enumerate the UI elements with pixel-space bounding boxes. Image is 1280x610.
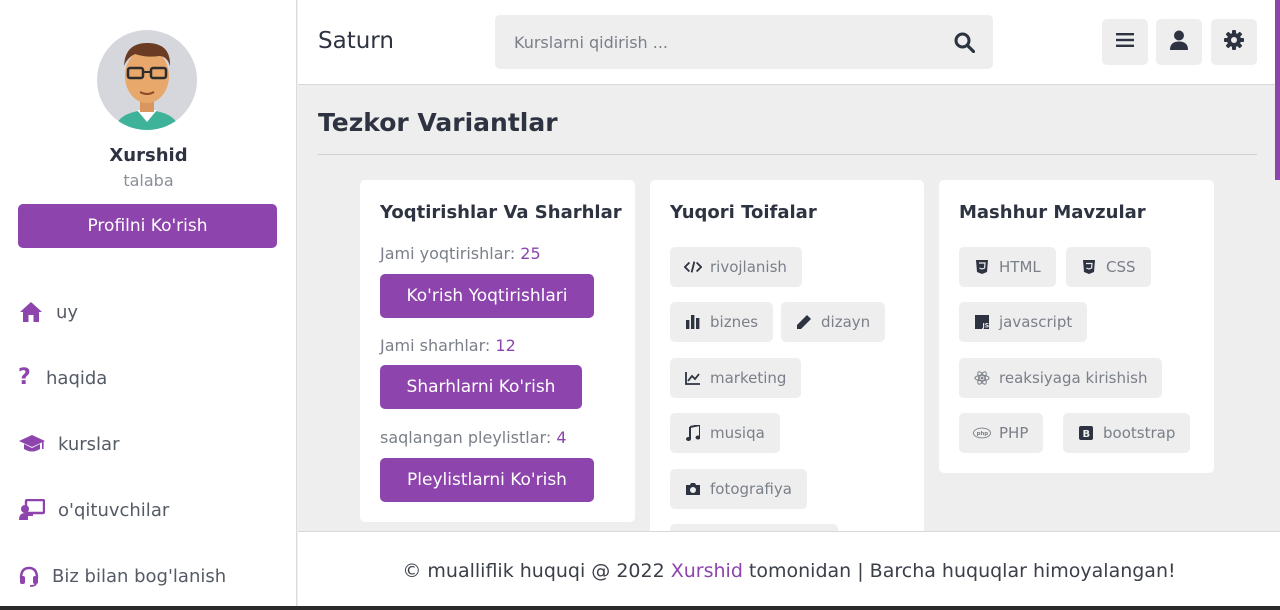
search-input[interactable] xyxy=(495,15,935,69)
menu-button[interactable] xyxy=(1102,19,1148,65)
sidebar-item-teachers[interactable]: o'qituvchilar xyxy=(18,492,169,528)
question-icon: ? xyxy=(18,365,31,390)
card-title: Mashhur Mavzular xyxy=(959,202,1146,223)
likes-comments-card: Yoqtirishlar Va Sharhlar Jami yoqtirishl… xyxy=(360,180,635,522)
tag-react[interactable]: reaksiyaga kirishish xyxy=(959,358,1163,398)
sidebar-item-courses[interactable]: kurslar xyxy=(18,426,120,462)
popular-topics-card: Mashhur Mavzular HTML CSS JS javascript … xyxy=(939,180,1214,473)
logo[interactable]: Saturn xyxy=(318,28,394,54)
bar-chart-icon xyxy=(684,313,702,331)
search-icon[interactable] xyxy=(951,29,977,55)
tag-development[interactable]: rivojlanish xyxy=(670,247,802,287)
tag-design[interactable]: dizayn xyxy=(781,302,886,342)
page-title: Tezkor Variantlar xyxy=(318,108,558,137)
svg-text:JS: JS xyxy=(982,323,990,330)
tag-business[interactable]: biznes xyxy=(670,302,774,342)
home-icon xyxy=(18,299,44,325)
divider xyxy=(318,154,1257,155)
card-title: Yuqori Toifalar xyxy=(670,202,817,223)
profile-name: Xurshid xyxy=(109,145,188,166)
comments-stat: Jami sharhlar: 12 xyxy=(380,336,516,355)
js-icon: JS xyxy=(973,313,991,331)
sidebar-item-label: haqida xyxy=(46,367,108,389)
tag-music[interactable]: musiqa xyxy=(670,413,780,453)
svg-text:php: php xyxy=(977,431,989,437)
sidebar-item-contact[interactable]: Biz bilan bog'lanish xyxy=(18,558,226,594)
svg-text:B: B xyxy=(1083,429,1091,440)
tag-css[interactable]: CSS xyxy=(1066,247,1151,287)
user-button[interactable] xyxy=(1156,19,1202,65)
footer-prefix: © mualliflik huquqi @ 2022 xyxy=(402,560,671,582)
sidebar-item-home[interactable]: uy xyxy=(18,294,78,330)
playlists-stat: saqlangan pleylistlar: 4 xyxy=(380,428,567,447)
sidebar-item-label: o'qituvchilar xyxy=(58,499,170,521)
comments-count: 12 xyxy=(495,336,516,355)
tag-javascript[interactable]: JS javascript xyxy=(959,302,1088,342)
view-likes-button[interactable]: Ko'rish Yoqtirishlari xyxy=(380,274,594,318)
view-playlists-button[interactable]: Pleylistlarni Ko'rish xyxy=(380,458,594,502)
line-chart-icon xyxy=(684,369,702,387)
search-box xyxy=(495,15,993,69)
likes-count: 25 xyxy=(520,244,541,263)
likes-stat: Jami yoqtirishlar: 25 xyxy=(380,244,541,263)
chalkboard-teacher-icon xyxy=(18,497,46,523)
tag-php[interactable]: php PHP xyxy=(959,413,1044,453)
css3-icon xyxy=(1080,258,1098,276)
top-categories-card: Yuqori Toifalar rivojlanish biznes dizay… xyxy=(650,180,924,540)
sidebar-item-label: Biz bilan bog'lanish xyxy=(52,565,227,587)
tag-marketing[interactable]: marketing xyxy=(670,358,802,398)
footer: © mualliflik huquqi @ 2022 Xurshid tomon… xyxy=(298,531,1280,610)
gear-icon xyxy=(1224,30,1244,54)
html5-icon xyxy=(973,258,991,276)
graduation-cap-icon xyxy=(18,431,46,457)
music-icon xyxy=(684,424,702,442)
bottom-edge xyxy=(0,606,1280,610)
footer-suffix: tomonidan | Barcha huquqlar himoyalangan… xyxy=(742,560,1176,582)
sidebar-item-label: kurslar xyxy=(58,433,120,455)
footer-author-link[interactable]: Xurshid xyxy=(671,560,743,582)
code-icon xyxy=(684,258,702,276)
profile-role: talaba xyxy=(123,171,174,190)
php-icon: php xyxy=(973,424,991,442)
menu-icon xyxy=(1116,32,1134,52)
playlists-count: 4 xyxy=(556,428,567,447)
user-icon xyxy=(1170,30,1188,54)
sidebar: Xurshid talaba Profilni Ko'rish uy ? haq… xyxy=(0,0,297,610)
headset-icon xyxy=(18,563,40,589)
tag-bootstrap[interactable]: B bootstrap xyxy=(1063,413,1191,453)
tag-html[interactable]: HTML xyxy=(959,247,1056,287)
sidebar-item-label: uy xyxy=(56,301,79,323)
react-icon xyxy=(973,369,991,387)
avatar xyxy=(97,30,197,130)
tag-photography[interactable]: fotografiya xyxy=(670,469,807,509)
view-comments-button[interactable]: Sharhlarni Ko'rish xyxy=(380,365,582,409)
view-profile-button[interactable]: Profilni Ko'rish xyxy=(18,204,277,248)
scrollbar[interactable] xyxy=(1275,0,1280,180)
settings-button[interactable] xyxy=(1211,19,1257,65)
bootstrap-icon: B xyxy=(1077,424,1095,442)
sidebar-item-about[interactable]: ? haqida xyxy=(18,360,107,396)
camera-icon xyxy=(684,480,702,498)
pen-icon xyxy=(795,313,813,331)
header: Saturn xyxy=(298,0,1280,85)
card-title: Yoqtirishlar Va Sharhlar xyxy=(380,202,622,223)
